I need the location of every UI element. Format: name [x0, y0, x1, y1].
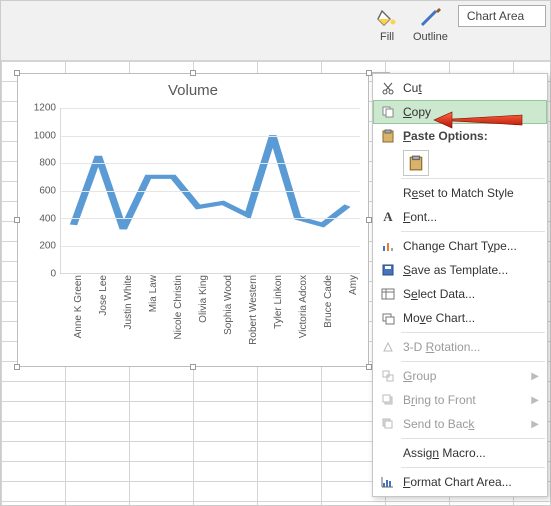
menu-3d-rotation-label: 3-D Rotation...: [403, 340, 539, 354]
send-back-icon: [377, 415, 399, 433]
menu-select-data-label: Select Data...: [403, 287, 539, 301]
menu-cut-label: Cut: [403, 81, 539, 95]
menu-bring-to-front-label: Bring to Front: [403, 393, 527, 407]
menu-change-chart-type[interactable]: Change Chart Type...: [373, 234, 547, 258]
fill-label: Fill: [380, 31, 394, 43]
paste-option-default[interactable]: [403, 150, 429, 176]
assign-macro-icon: [377, 444, 399, 462]
menu-3d-rotation: 3-D Rotation...: [373, 335, 547, 359]
data-series-line[interactable]: [73, 136, 347, 229]
submenu-arrow-icon: ▶: [531, 371, 539, 382]
y-tick-label: 800: [26, 158, 56, 169]
outline-label: Outline: [413, 31, 448, 43]
save-template-icon: [377, 261, 399, 279]
chart-element-label: Chart Area: [467, 9, 524, 23]
menu-assign-macro[interactable]: Assign Macro...: [373, 441, 547, 465]
chart-context-menu: Cut Copy Paste Options: Reset to Match S…: [372, 73, 548, 497]
select-data-icon: [377, 285, 399, 303]
y-tick-label: 0: [26, 269, 56, 280]
plot-area[interactable]: 020040060080010001200 Anne K GreenJose L…: [26, 108, 360, 358]
menu-cut[interactable]: Cut: [373, 76, 547, 100]
menu-save-template[interactable]: Save as Template...: [373, 258, 547, 282]
menu-format-chart-area-label: Format Chart Area...: [403, 475, 539, 489]
submenu-arrow-icon: ▶: [531, 419, 539, 430]
reset-icon: [377, 184, 399, 202]
outline-icon: [418, 7, 442, 31]
chart-title[interactable]: Volume: [18, 74, 368, 103]
fill-button[interactable]: Fill: [371, 5, 403, 45]
menu-copy[interactable]: Copy: [373, 100, 547, 124]
menu-assign-macro-label: Assign Macro...: [403, 446, 539, 460]
menu-send-to-back: Send to Back ▶: [373, 412, 547, 436]
menu-reset-style[interactable]: Reset to Match Style: [373, 181, 547, 205]
format-chart-icon: [377, 473, 399, 491]
menu-format-chart-area[interactable]: Format Chart Area...: [373, 470, 547, 494]
menu-font[interactable]: A Font...: [373, 205, 547, 229]
menu-group: Group ▶: [373, 364, 547, 388]
menu-move-chart-label: Move Chart...: [403, 311, 539, 325]
change-chart-type-icon: [377, 237, 399, 255]
embedded-chart[interactable]: + Volume 020040060080010001200 Anne K Gr…: [17, 73, 369, 367]
menu-paste-options-label: Paste Options:: [403, 129, 539, 143]
y-tick-label: 1000: [26, 130, 56, 141]
move-chart-icon: [377, 309, 399, 327]
menu-copy-label: Copy: [403, 105, 539, 119]
ribbon-chart-tools: Fill Outline Chart Area: [1, 1, 550, 61]
y-tick-label: 200: [26, 241, 56, 252]
menu-group-label: Group: [403, 369, 527, 383]
chart-element-selector[interactable]: Chart Area: [458, 5, 546, 27]
x-axis: Anne K GreenJose LeeJustin WhiteMia LawN…: [60, 274, 360, 358]
menu-move-chart[interactable]: Move Chart...: [373, 306, 547, 330]
menu-select-data[interactable]: Select Data...: [373, 282, 547, 306]
submenu-arrow-icon: ▶: [531, 395, 539, 406]
group-icon: [377, 367, 399, 385]
cut-icon: [377, 79, 399, 97]
copy-icon: [377, 103, 399, 121]
bring-front-icon: [377, 391, 399, 409]
menu-font-label: Font...: [403, 210, 539, 224]
y-axis: 020040060080010001200: [26, 108, 60, 274]
plot-region: [60, 108, 360, 274]
y-tick-label: 600: [26, 186, 56, 197]
rotation-icon: [377, 338, 399, 356]
menu-save-template-label: Save as Template...: [403, 263, 539, 277]
font-icon: A: [377, 208, 399, 226]
menu-paste-options-header: Paste Options:: [373, 124, 547, 148]
menu-reset-style-label: Reset to Match Style: [403, 186, 539, 200]
y-tick-label: 400: [26, 213, 56, 224]
menu-send-to-back-label: Send to Back: [403, 417, 527, 431]
paste-icon: [377, 127, 399, 145]
menu-bring-to-front: Bring to Front ▶: [373, 388, 547, 412]
fill-icon: [375, 7, 399, 31]
y-tick-label: 1200: [26, 103, 56, 114]
outline-button[interactable]: Outline: [409, 5, 452, 45]
menu-change-chart-type-label: Change Chart Type...: [403, 239, 539, 253]
